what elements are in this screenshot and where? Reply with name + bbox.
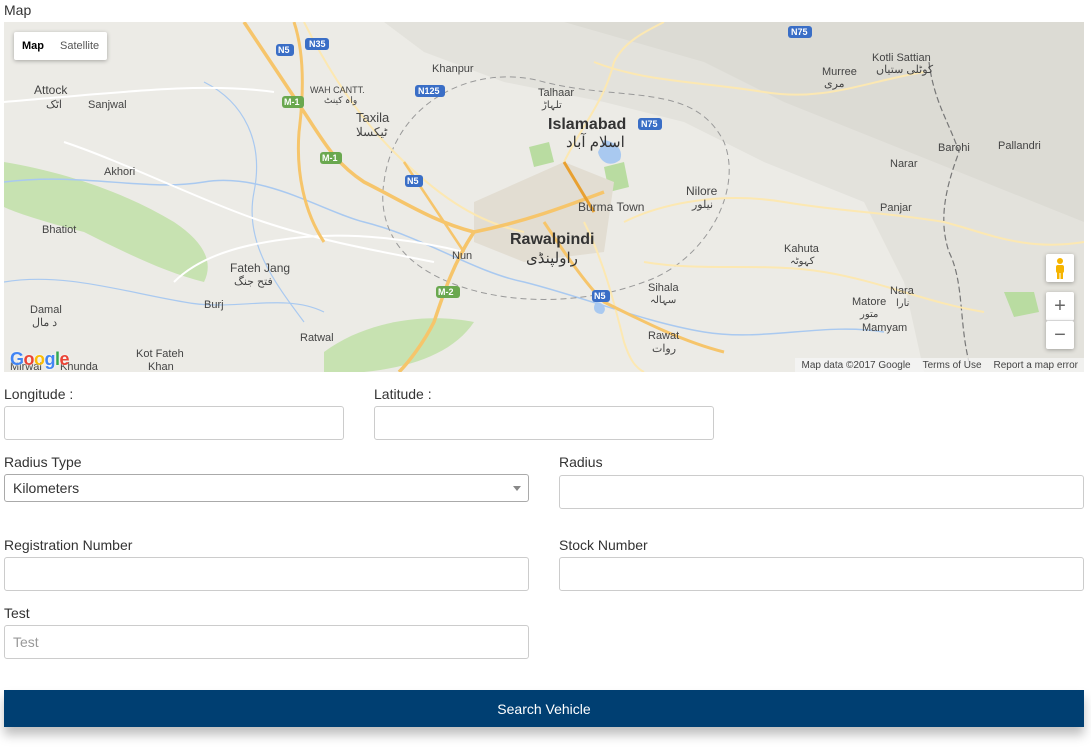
map-place-label: Talhaar (538, 87, 574, 99)
road-shield: N35 (309, 39, 326, 49)
map-place-label: Ratwal (300, 332, 334, 344)
radius-label: Radius (559, 454, 603, 470)
radius-type-select[interactable]: Kilometers (4, 474, 529, 502)
longitude-input[interactable] (4, 406, 344, 440)
map-place-label: Nara (890, 285, 915, 297)
map-place-sublabel: مری (824, 78, 845, 90)
map-canvas[interactable]: Attock اٹک Sanjwal Akhori Bhatiot Damal … (4, 22, 1084, 372)
map-place-label: Burj (204, 299, 224, 311)
map-place-label: Kotli Sattian (872, 52, 931, 64)
street-view-pegman-button[interactable] (1046, 254, 1074, 282)
map-place-label: Pallandri (998, 140, 1041, 152)
map-place-label: Kot Fateh (136, 348, 184, 360)
stock-number-label: Stock Number (559, 537, 648, 553)
road-shield: M-1 (284, 97, 300, 107)
map-place-sublabel: تلہاڑ (541, 100, 562, 111)
map-place-label: WAH CANTT. (310, 85, 365, 95)
map-place-label: Nun (452, 250, 472, 262)
map-place-label: Mamyam (862, 322, 907, 334)
map-place-sublabel: کہوٹہ (790, 256, 815, 267)
map-section-label: Map (4, 2, 32, 18)
registration-number-label: Registration Number (4, 537, 133, 553)
pegman-icon (1056, 258, 1064, 279)
road-shield: M-1 (322, 153, 338, 163)
map-place-sublabel: واہ کینٹ (324, 95, 357, 106)
map-place-label: Damal (30, 304, 62, 316)
road-shield: N125 (418, 86, 440, 96)
map-place-sublabel: سہالہ (650, 295, 676, 306)
map-place-label: Fateh Jang (230, 261, 290, 275)
map-data-credit: Map data ©2017 Google (801, 359, 911, 371)
minus-icon: − (1054, 323, 1066, 346)
map-type-control: Map Satellite (14, 32, 108, 60)
road-shield: N5 (407, 176, 419, 186)
map-place-sublabel: فتح جنگ (234, 275, 273, 288)
zoom-out-button[interactable]: − (1046, 321, 1074, 349)
map-place-sublabel: راولپنڈی (526, 250, 578, 267)
map-place-label: Nilore (686, 184, 718, 198)
test-input[interactable] (4, 625, 529, 659)
chevron-down-icon (513, 486, 521, 491)
map-place-sublabel: نیلور (691, 199, 713, 211)
latitude-label: Latitude : (374, 386, 432, 402)
plus-icon: + (1054, 294, 1066, 317)
map-place-label: Sihala (648, 282, 679, 294)
google-logo[interactable]: Google (10, 349, 70, 370)
map-tiles: Attock اٹک Sanjwal Akhori Bhatiot Damal … (4, 22, 1084, 372)
map-place-label: Burma Town (578, 200, 644, 214)
radius-input[interactable] (559, 475, 1084, 509)
map-place-label: Matore (852, 296, 886, 308)
map-place-sublabel: اٹک (46, 99, 62, 111)
map-place-sublabel: روات (652, 343, 676, 355)
map-place-sublabel: د مال (32, 317, 57, 329)
map-place-label: Rawat (648, 330, 679, 342)
map-place-label: Bhatiot (42, 224, 76, 236)
map-place-label: Sanjwal (88, 99, 127, 111)
terms-of-use-link[interactable]: Terms of Use (923, 360, 982, 371)
map-type-map-button[interactable]: Map (14, 32, 52, 60)
map-place-sublabel: Khan (148, 361, 174, 372)
map-place-sublabel: ٹیکسلا (356, 125, 388, 139)
map-place-label: Barohi (938, 142, 970, 154)
road-shield: N5 (594, 291, 606, 301)
radius-type-selected-value: Kilometers (13, 480, 80, 496)
map-type-satellite-button[interactable]: Satellite (52, 32, 107, 60)
longitude-label: Longitude : (4, 386, 74, 402)
zoom-in-button[interactable]: + (1046, 292, 1074, 321)
map-place-label: Attock (34, 83, 68, 97)
search-vehicle-button[interactable]: Search Vehicle (4, 690, 1084, 727)
map-place-label: Khanpur (432, 63, 474, 75)
road-shield: M-2 (438, 287, 454, 297)
map-place-label: Rawalpindi (510, 231, 594, 248)
map-place-sublabel: متور (859, 309, 878, 320)
map-place-label: Taxila (356, 110, 390, 125)
map-place-label: Panjar (880, 202, 912, 214)
map-place-label: Akhori (104, 166, 135, 178)
test-label: Test (4, 605, 30, 621)
latitude-input[interactable] (374, 406, 714, 440)
map-place-label: Kahuta (784, 243, 820, 255)
map-place-sublabel: کوٹلی ستیاں (876, 64, 934, 76)
stock-number-input[interactable] (559, 557, 1084, 591)
map-place-sublabel: نارا (896, 298, 909, 309)
map-place-label: Islamabad (548, 116, 626, 133)
report-map-error-link[interactable]: Report a map error (994, 360, 1078, 371)
map-attribution: Map data ©2017 Google Terms of Use Repor… (795, 358, 1084, 372)
radius-type-label: Radius Type (4, 454, 82, 470)
registration-number-input[interactable] (4, 557, 529, 591)
road-shield: N75 (641, 119, 658, 129)
map-place-label: Murree (822, 66, 857, 78)
road-shield: N75 (791, 27, 808, 37)
map-place-sublabel: اسلام آباد (566, 133, 625, 151)
map-place-label: Narar (890, 158, 918, 170)
road-shield: N5 (278, 45, 290, 55)
